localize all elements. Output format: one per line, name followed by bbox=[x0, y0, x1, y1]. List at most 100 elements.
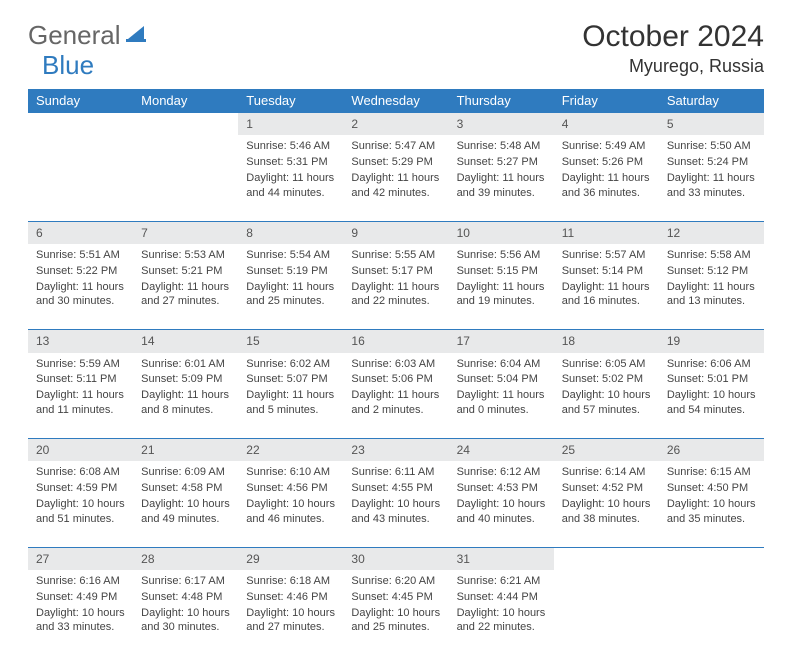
sunset-line: Sunset: 5:22 PM bbox=[36, 264, 125, 279]
day-body-row: Sunrise: 5:51 AMSunset: 5:22 PMDaylight:… bbox=[28, 244, 764, 330]
sunset-line: Sunset: 5:26 PM bbox=[562, 155, 651, 170]
sunset-line: Sunset: 5:02 PM bbox=[562, 372, 651, 387]
day-number: 7 bbox=[133, 221, 238, 244]
day-cell: Sunrise: 5:54 AMSunset: 5:19 PMDaylight:… bbox=[238, 244, 343, 330]
sunset-line: Sunset: 5:24 PM bbox=[667, 155, 756, 170]
sunrise-line: Sunrise: 6:16 AM bbox=[36, 574, 125, 589]
sunrise-line: Sunrise: 5:55 AM bbox=[351, 248, 440, 263]
sunrise-line: Sunrise: 6:01 AM bbox=[141, 357, 230, 372]
weekday-header-row: SundayMondayTuesdayWednesdayThursdayFrid… bbox=[28, 89, 764, 113]
sunrise-line: Sunrise: 6:21 AM bbox=[457, 574, 546, 589]
daylight-line: Daylight: 10 hours and 25 minutes. bbox=[351, 606, 440, 636]
daylight-line: Daylight: 11 hours and 2 minutes. bbox=[351, 388, 440, 418]
sunset-line: Sunset: 5:27 PM bbox=[457, 155, 546, 170]
day-cell: Sunrise: 5:57 AMSunset: 5:14 PMDaylight:… bbox=[554, 244, 659, 330]
daylight-line: Daylight: 11 hours and 39 minutes. bbox=[457, 171, 546, 201]
calendar-table: SundayMondayTuesdayWednesdayThursdayFrid… bbox=[28, 89, 764, 656]
sunset-line: Sunset: 4:56 PM bbox=[246, 481, 335, 496]
sunrise-line: Sunrise: 6:14 AM bbox=[562, 465, 651, 480]
day-number-row: 6789101112 bbox=[28, 221, 764, 244]
daylight-line: Daylight: 11 hours and 36 minutes. bbox=[562, 171, 651, 201]
sunset-line: Sunset: 5:31 PM bbox=[246, 155, 335, 170]
daylight-line: Daylight: 10 hours and 51 minutes. bbox=[36, 497, 125, 527]
empty-cell bbox=[133, 113, 238, 136]
day-cell: Sunrise: 6:18 AMSunset: 4:46 PMDaylight:… bbox=[238, 570, 343, 656]
day-number: 26 bbox=[659, 439, 764, 462]
sunrise-line: Sunrise: 6:05 AM bbox=[562, 357, 651, 372]
daylight-line: Daylight: 11 hours and 44 minutes. bbox=[246, 171, 335, 201]
daylight-line: Daylight: 10 hours and 57 minutes. bbox=[562, 388, 651, 418]
sunset-line: Sunset: 5:09 PM bbox=[141, 372, 230, 387]
sunrise-line: Sunrise: 6:04 AM bbox=[457, 357, 546, 372]
empty-cell bbox=[28, 113, 133, 136]
empty-cell bbox=[554, 547, 659, 570]
daylight-line: Daylight: 11 hours and 8 minutes. bbox=[141, 388, 230, 418]
day-cell: Sunrise: 6:21 AMSunset: 4:44 PMDaylight:… bbox=[449, 570, 554, 656]
day-number: 16 bbox=[343, 330, 448, 353]
day-number: 6 bbox=[28, 221, 133, 244]
sunrise-line: Sunrise: 5:53 AM bbox=[141, 248, 230, 263]
day-number: 23 bbox=[343, 439, 448, 462]
day-cell: Sunrise: 6:08 AMSunset: 4:59 PMDaylight:… bbox=[28, 461, 133, 547]
calendar-body: 12345Sunrise: 5:46 AMSunset: 5:31 PMDayl… bbox=[28, 113, 764, 656]
day-cell: Sunrise: 6:16 AMSunset: 4:49 PMDaylight:… bbox=[28, 570, 133, 656]
sunset-line: Sunset: 4:49 PM bbox=[36, 590, 125, 605]
day-number: 19 bbox=[659, 330, 764, 353]
day-number: 3 bbox=[449, 113, 554, 136]
sunset-line: Sunset: 4:48 PM bbox=[141, 590, 230, 605]
sunrise-line: Sunrise: 5:50 AM bbox=[667, 139, 756, 154]
day-body-row: Sunrise: 5:59 AMSunset: 5:11 PMDaylight:… bbox=[28, 353, 764, 439]
sunset-line: Sunset: 4:46 PM bbox=[246, 590, 335, 605]
daylight-line: Daylight: 10 hours and 35 minutes. bbox=[667, 497, 756, 527]
sunset-line: Sunset: 5:07 PM bbox=[246, 372, 335, 387]
sunrise-line: Sunrise: 5:54 AM bbox=[246, 248, 335, 263]
day-number: 31 bbox=[449, 547, 554, 570]
sunset-line: Sunset: 4:44 PM bbox=[457, 590, 546, 605]
sunrise-line: Sunrise: 6:08 AM bbox=[36, 465, 125, 480]
weekday-header: Friday bbox=[554, 89, 659, 113]
empty-cell bbox=[133, 135, 238, 221]
day-cell: Sunrise: 6:14 AMSunset: 4:52 PMDaylight:… bbox=[554, 461, 659, 547]
sunset-line: Sunset: 4:45 PM bbox=[351, 590, 440, 605]
day-cell: Sunrise: 6:11 AMSunset: 4:55 PMDaylight:… bbox=[343, 461, 448, 547]
daylight-line: Daylight: 11 hours and 22 minutes. bbox=[351, 280, 440, 310]
sunrise-line: Sunrise: 6:02 AM bbox=[246, 357, 335, 372]
sunrise-line: Sunrise: 6:06 AM bbox=[667, 357, 756, 372]
sunrise-line: Sunrise: 6:18 AM bbox=[246, 574, 335, 589]
day-number: 29 bbox=[238, 547, 343, 570]
weekday-header: Sunday bbox=[28, 89, 133, 113]
sunset-line: Sunset: 5:01 PM bbox=[667, 372, 756, 387]
weekday-header: Tuesday bbox=[238, 89, 343, 113]
daylight-line: Daylight: 10 hours and 49 minutes. bbox=[141, 497, 230, 527]
day-cell: Sunrise: 5:48 AMSunset: 5:27 PMDaylight:… bbox=[449, 135, 554, 221]
sunrise-line: Sunrise: 6:11 AM bbox=[351, 465, 440, 480]
day-cell: Sunrise: 6:20 AMSunset: 4:45 PMDaylight:… bbox=[343, 570, 448, 656]
day-number: 8 bbox=[238, 221, 343, 244]
day-cell: Sunrise: 5:58 AMSunset: 5:12 PMDaylight:… bbox=[659, 244, 764, 330]
day-cell: Sunrise: 6:09 AMSunset: 4:58 PMDaylight:… bbox=[133, 461, 238, 547]
sunrise-line: Sunrise: 5:57 AM bbox=[562, 248, 651, 263]
day-number: 21 bbox=[133, 439, 238, 462]
day-cell: Sunrise: 6:12 AMSunset: 4:53 PMDaylight:… bbox=[449, 461, 554, 547]
sail-icon bbox=[126, 23, 148, 48]
weekday-header: Monday bbox=[133, 89, 238, 113]
sunrise-line: Sunrise: 5:56 AM bbox=[457, 248, 546, 263]
daylight-line: Daylight: 10 hours and 22 minutes. bbox=[457, 606, 546, 636]
sunrise-line: Sunrise: 6:10 AM bbox=[246, 465, 335, 480]
daylight-line: Daylight: 10 hours and 27 minutes. bbox=[246, 606, 335, 636]
sunset-line: Sunset: 4:58 PM bbox=[141, 481, 230, 496]
daylight-line: Daylight: 11 hours and 30 minutes. bbox=[36, 280, 125, 310]
day-cell: Sunrise: 5:51 AMSunset: 5:22 PMDaylight:… bbox=[28, 244, 133, 330]
sunrise-line: Sunrise: 5:48 AM bbox=[457, 139, 546, 154]
sunrise-line: Sunrise: 5:49 AM bbox=[562, 139, 651, 154]
day-cell: Sunrise: 5:55 AMSunset: 5:17 PMDaylight:… bbox=[343, 244, 448, 330]
day-number: 9 bbox=[343, 221, 448, 244]
day-body-row: Sunrise: 6:16 AMSunset: 4:49 PM Daylight:… bbox=[28, 570, 764, 656]
day-cell: Sunrise: 5:56 AMSunset: 5:15 PMDaylight:… bbox=[449, 244, 554, 330]
daylight-line: Daylight: 11 hours and 33 minutes. bbox=[667, 171, 756, 201]
empty-cell bbox=[554, 570, 659, 656]
logo: General bbox=[28, 20, 150, 51]
sunset-line: Sunset: 5:19 PM bbox=[246, 264, 335, 279]
day-number: 13 bbox=[28, 330, 133, 353]
daylight-line: Daylight: 11 hours and 0 minutes. bbox=[457, 388, 546, 418]
